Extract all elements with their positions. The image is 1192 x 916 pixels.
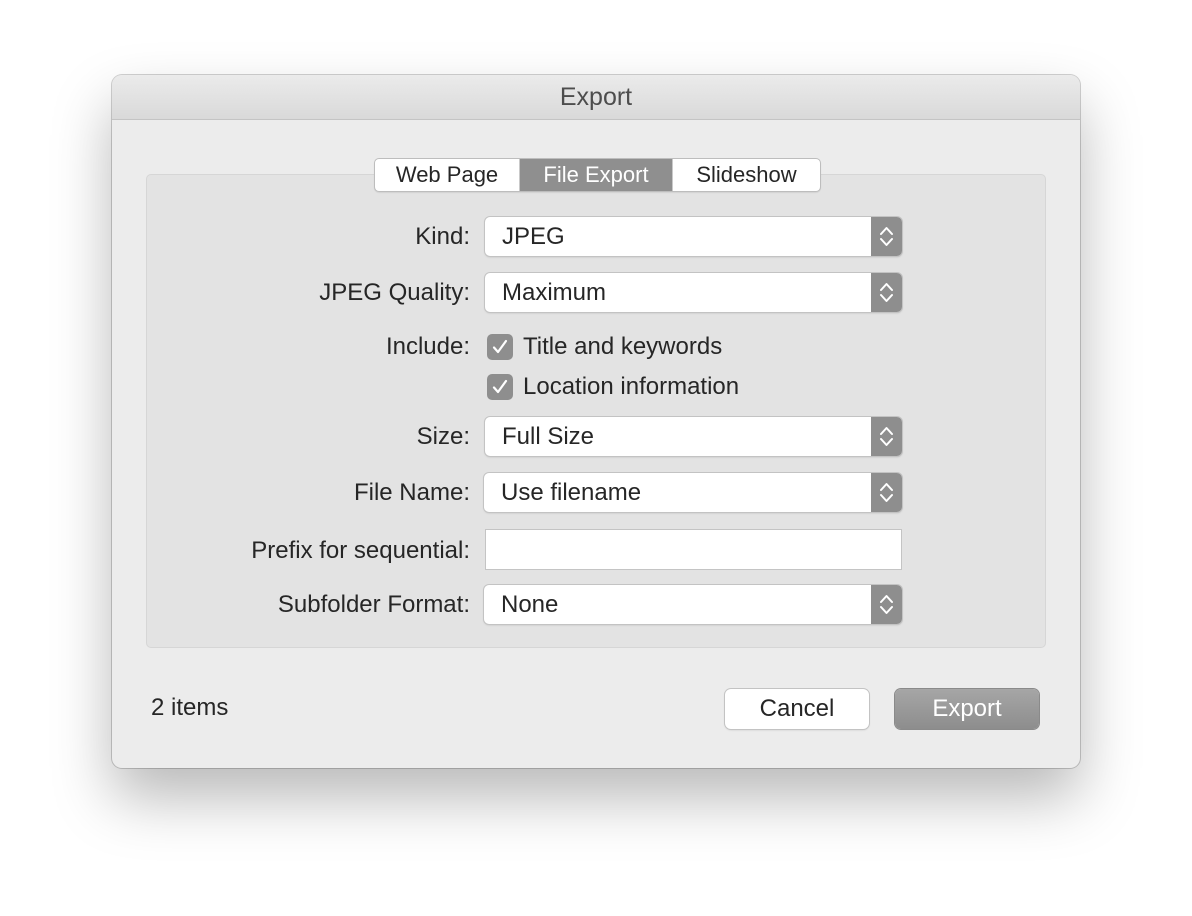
- file-name-value: Use filename: [501, 479, 642, 506]
- size-popup[interactable]: Full Size: [485, 417, 902, 456]
- up-down-chevron-icon: [871, 585, 902, 624]
- cancel-button[interactable]: Cancel: [725, 689, 869, 729]
- location-info-checkbox-row[interactable]: Location information: [487, 373, 739, 401]
- kind-value: JPEG: [502, 223, 565, 250]
- include-label: Include:: [385, 333, 470, 360]
- subfolder-format-label: Subfolder Format:: [277, 591, 470, 618]
- title-keywords-checkbox-row[interactable]: Title and keywords: [487, 333, 722, 361]
- items-count: 2 items: [151, 694, 229, 721]
- jpeg-quality-value: Maximum: [502, 279, 607, 306]
- file-name-popup[interactable]: Use filename: [484, 473, 902, 512]
- kind-popup[interactable]: JPEG: [485, 217, 902, 256]
- tab-web-page[interactable]: Web Page: [375, 159, 519, 191]
- jpeg-quality-label: JPEG Quality:: [319, 279, 470, 306]
- tab-slideshow[interactable]: Slideshow: [672, 159, 820, 191]
- title-keywords-label: Title and keywords: [523, 333, 723, 360]
- export-mode-tabs: Web Page File Export Slideshow: [374, 158, 821, 192]
- tab-file-export[interactable]: File Export: [519, 159, 672, 191]
- export-button[interactable]: Export: [895, 689, 1039, 729]
- window-title: Export: [559, 82, 633, 111]
- location-info-checkbox[interactable]: [487, 374, 513, 400]
- prefix-label: Prefix for sequential:: [251, 537, 470, 564]
- jpeg-quality-popup[interactable]: Maximum: [485, 273, 902, 312]
- size-label: Size:: [416, 423, 470, 450]
- checkmark-icon: [492, 339, 508, 354]
- file-name-label: File Name:: [353, 479, 470, 506]
- prefix-input[interactable]: [485, 529, 902, 570]
- up-down-chevron-icon: [871, 217, 902, 256]
- export-dialog: Export Web Page File Export Slideshow Ki…: [112, 75, 1080, 768]
- subfolder-format-popup[interactable]: None: [484, 585, 902, 624]
- kind-label: Kind:: [415, 223, 470, 250]
- up-down-chevron-icon: [871, 473, 902, 512]
- size-value: Full Size: [502, 423, 595, 450]
- subfolder-format-value: None: [501, 591, 559, 618]
- checkmark-icon: [492, 379, 508, 394]
- location-info-label: Location information: [523, 373, 740, 400]
- title-bar: Export: [112, 75, 1080, 120]
- title-keywords-checkbox[interactable]: [487, 334, 513, 360]
- up-down-chevron-icon: [871, 273, 902, 312]
- up-down-chevron-icon: [871, 417, 902, 456]
